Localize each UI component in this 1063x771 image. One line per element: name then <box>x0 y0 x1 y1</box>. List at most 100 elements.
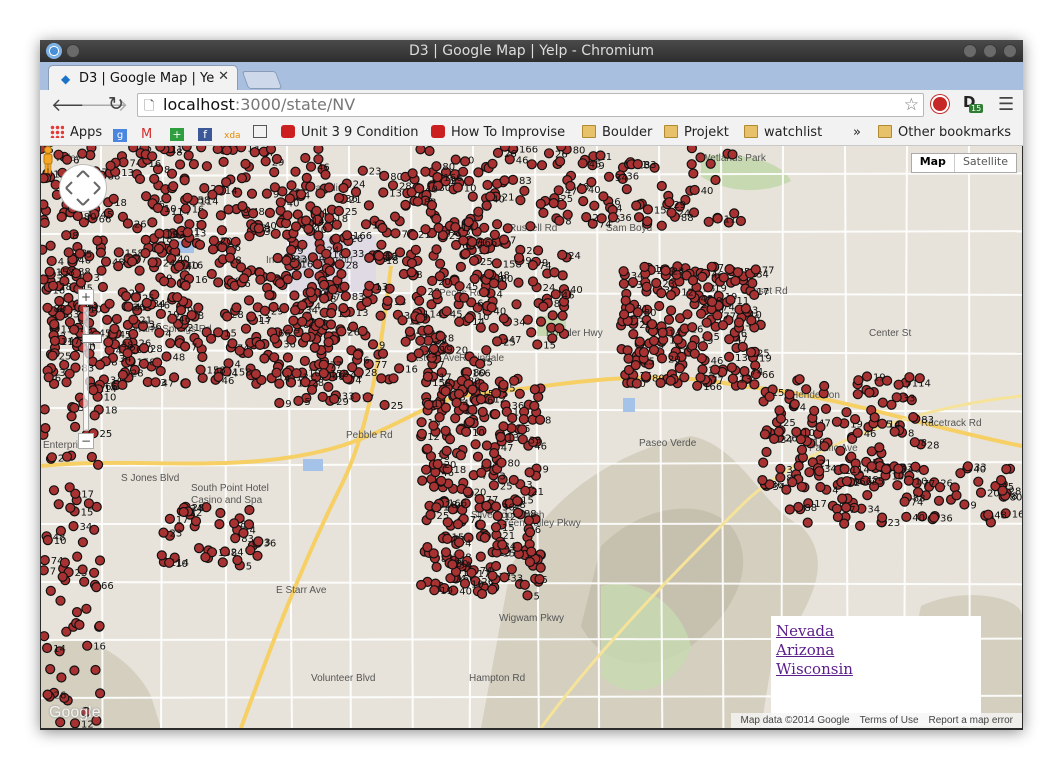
bookmark-apps[interactable]: Apps <box>50 125 102 140</box>
business-count-label: 80 <box>442 162 455 173</box>
new-tab-button[interactable] <box>241 71 283 89</box>
business-marker <box>631 200 642 211</box>
business-count-label: 4 <box>463 399 469 410</box>
bookmark-star-icon[interactable]: ☆ <box>904 95 919 115</box>
business-count-label: 7 <box>905 381 911 392</box>
bookmark-plus[interactable]: + <box>170 125 190 141</box>
business-marker <box>416 428 427 439</box>
bookmark-gmail[interactable]: M <box>141 125 161 141</box>
business-count-label: 3 <box>265 224 271 235</box>
google-map[interactable]: g ValleyParadiseWetlands ParkSam BoydInt… <box>41 146 1022 728</box>
business-marker <box>56 672 67 683</box>
close-window-button[interactable] <box>1003 44 1017 58</box>
report-map-error-link[interactable]: Report a map error <box>929 715 1013 726</box>
business-marker <box>490 501 502 512</box>
business-marker <box>201 161 212 172</box>
business-marker <box>62 154 73 165</box>
business-marker <box>459 578 471 589</box>
business-marker <box>909 437 920 448</box>
zoom-slider[interactable] <box>82 307 102 431</box>
zoom-slider-handle[interactable] <box>82 334 102 343</box>
business-marker <box>768 433 780 444</box>
business-marker <box>525 527 536 538</box>
business-marker <box>962 461 974 472</box>
google-logo[interactable]: Google <box>49 704 101 722</box>
state-link-arizona[interactable]: Arizona <box>776 641 981 660</box>
bookmark-improvise[interactable]: How To Improvise <box>431 125 565 140</box>
business-count-label: 28 <box>131 368 144 379</box>
business-marker <box>45 663 56 675</box>
adblock-icon[interactable] <box>931 95 949 113</box>
business-marker <box>702 331 713 342</box>
map-type-map-button[interactable]: Map <box>912 154 954 172</box>
minimize-button[interactable] <box>963 44 977 58</box>
business-count-label: 4 <box>832 486 838 497</box>
bookmark-xda[interactable]: xda <box>224 125 244 143</box>
business-marker <box>68 521 79 532</box>
map-type-satellite-button[interactable]: Satellite <box>953 154 1016 172</box>
business-marker <box>334 259 345 270</box>
bookmark-other[interactable]: Other bookmarks <box>878 125 1011 140</box>
bookmark-folder-watchlist[interactable]: watchlist <box>744 125 822 140</box>
business-marker <box>710 174 721 186</box>
zoom-out-button[interactable]: − <box>78 433 94 449</box>
business-marker <box>364 252 375 264</box>
address-bar[interactable]: 🗋 localhost:3000/state/NV ☆ <box>137 93 924 117</box>
business-marker <box>687 322 698 333</box>
zoom-control[interactable]: + − <box>78 289 102 449</box>
bookmark-facebook[interactable]: f <box>198 125 218 141</box>
zoom-in-button[interactable]: + <box>78 289 94 305</box>
business-marker <box>193 543 205 554</box>
business-count-label: 16 <box>1012 509 1022 520</box>
bookmark-google[interactable]: g <box>113 125 133 142</box>
business-marker <box>140 234 151 246</box>
bookmark-misc[interactable] <box>253 125 273 140</box>
business-count-label: 3 <box>94 273 100 284</box>
business-marker <box>413 348 424 359</box>
business-marker <box>264 289 275 301</box>
business-marker <box>318 368 329 379</box>
bookmark-unit3[interactable]: Unit 3 9 Condition <box>281 125 418 140</box>
business-marker <box>578 195 589 207</box>
business-marker <box>775 463 786 474</box>
state-link-nevada[interactable]: Nevada <box>776 622 981 641</box>
business-marker <box>426 200 438 211</box>
maximize-button[interactable] <box>983 44 997 58</box>
bookmarks-overflow-chevron-icon[interactable]: » <box>853 125 861 140</box>
business-count-label: 24 <box>568 251 581 262</box>
business-marker <box>535 198 546 210</box>
business-count-label: 14 <box>461 223 474 234</box>
business-marker <box>727 373 739 384</box>
pan-control[interactable] <box>59 164 107 212</box>
pan-arrows-icon[interactable] <box>60 165 106 211</box>
map-place-label: Wigwam Pkwy <box>499 613 564 624</box>
menu-hamburger-icon[interactable]: ☰ <box>998 94 1014 115</box>
bookmark-folder-boulder[interactable]: Boulder <box>582 125 652 140</box>
tab-title: D3 | Google Map | Ye <box>79 71 215 86</box>
street-view-pegman-icon[interactable] <box>41 146 55 174</box>
state-link-wisconsin[interactable]: Wisconsin <box>776 660 981 679</box>
terms-of-use-link[interactable]: Terms of Use <box>860 715 919 726</box>
business-marker <box>482 179 493 191</box>
extension-d-icon[interactable]: D 15 <box>961 93 984 113</box>
business-marker <box>59 557 70 568</box>
business-marker <box>180 341 191 352</box>
tab-close-icon[interactable]: ✕ <box>218 69 229 84</box>
business-marker <box>274 378 285 389</box>
map-place-label: Henderson <box>791 390 840 401</box>
business-marker <box>841 407 852 418</box>
business-count-label: 23 <box>888 518 901 529</box>
business-marker <box>395 295 406 306</box>
business-marker <box>467 384 478 395</box>
business-marker <box>901 511 912 522</box>
reload-icon[interactable]: ↻ <box>108 93 124 115</box>
business-marker <box>522 590 533 601</box>
tab-d3-map[interactable]: ◆ D3 | Google Map | Ye ✕ <box>48 65 238 90</box>
business-marker <box>130 292 142 303</box>
business-marker <box>665 375 676 386</box>
business-count-label: 80 <box>644 308 657 319</box>
bookmark-folder-projekt[interactable]: Projekt <box>664 125 729 140</box>
states-panel: Nevada Arizona Wisconsin <box>771 616 981 726</box>
plus-icon: + <box>170 128 184 141</box>
business-marker <box>784 504 795 515</box>
